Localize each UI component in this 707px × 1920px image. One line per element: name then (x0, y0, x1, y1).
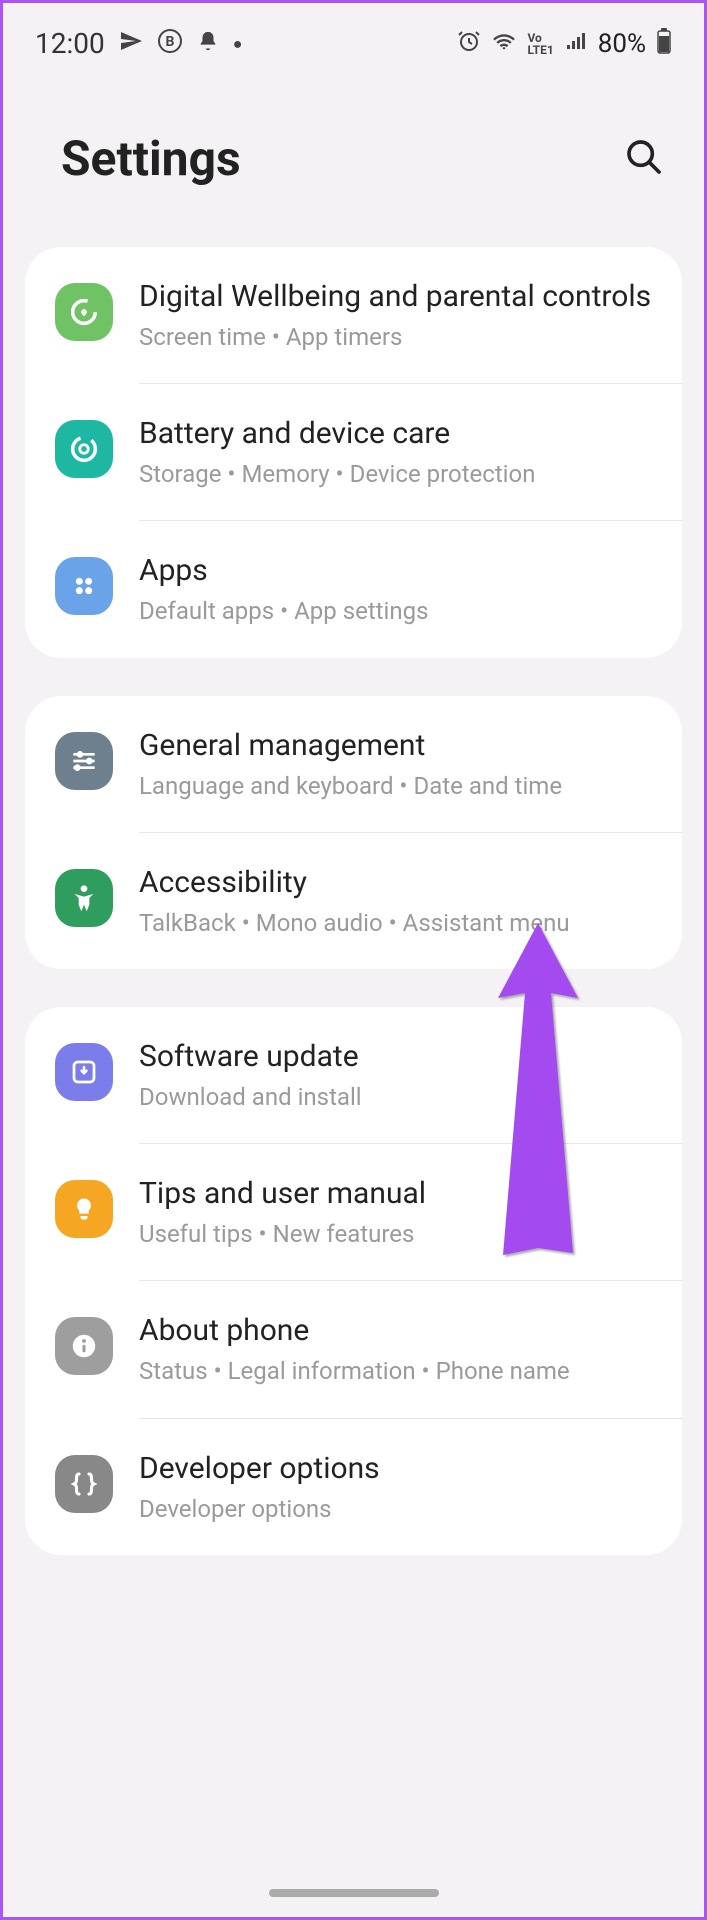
item-title: Battery and device care (139, 414, 656, 453)
volte-icon: VoLTE1 (527, 32, 553, 56)
item-wellbeing[interactable]: Digital Wellbeing and parental controls … (25, 247, 682, 383)
item-subtitle: Useful tips • New features (139, 1219, 656, 1250)
svg-text:B: B (165, 34, 174, 50)
page-title: Settings (61, 130, 241, 187)
item-title: Digital Wellbeing and parental controls (139, 277, 656, 316)
item-battery[interactable]: Battery and device care Storage • Memory… (25, 384, 682, 520)
item-title: General management (139, 726, 656, 765)
item-title: Accessibility (139, 863, 656, 902)
group-device: Digital Wellbeing and parental controls … (25, 247, 682, 658)
braces-icon (55, 1455, 113, 1513)
item-subtitle: Default apps • App settings (139, 596, 656, 627)
item-subtitle: Language and keyboard • Date and time (139, 771, 656, 802)
signal-icon (564, 29, 588, 59)
status-right: VoLTE1 80% (457, 28, 672, 60)
item-about-phone[interactable]: About phone Status • Legal information •… (25, 1281, 682, 1417)
item-software-update[interactable]: Software update Download and install (25, 1007, 682, 1143)
item-tips[interactable]: Tips and user manual Useful tips • New f… (25, 1144, 682, 1280)
item-apps[interactable]: Apps Default apps • App settings (25, 521, 682, 657)
header-bar: Settings (3, 80, 704, 247)
item-accessibility[interactable]: Accessibility TalkBack • Mono audio • As… (25, 833, 682, 969)
lightbulb-icon (55, 1180, 113, 1238)
item-title: Tips and user manual (139, 1174, 656, 1213)
group-system: Software update Download and install Tip… (25, 1007, 682, 1555)
circle-b-icon: B (157, 28, 183, 60)
home-indicator[interactable] (269, 1889, 439, 1897)
clock: 12:00 (35, 27, 105, 60)
alarm-icon (457, 29, 481, 59)
item-subtitle: Storage • Memory • Device protection (139, 459, 656, 490)
item-title: About phone (139, 1311, 656, 1350)
search-icon[interactable] (624, 137, 664, 181)
item-title: Software update (139, 1037, 656, 1076)
group-general: General management Language and keyboard… (25, 696, 682, 969)
item-title: Developer options (139, 1449, 656, 1488)
accessibility-icon (55, 869, 113, 927)
battery-care-icon (55, 420, 113, 478)
item-subtitle: Download and install (139, 1082, 656, 1113)
battery-percent: 80% (598, 29, 646, 59)
sliders-icon (55, 732, 113, 790)
status-bar: 12:00 B ● VoLTE1 80% (3, 3, 704, 80)
item-developer-options[interactable]: Developer options Developer options (25, 1419, 682, 1555)
update-icon (55, 1043, 113, 1101)
item-title: Apps (139, 551, 656, 590)
wifi-icon (491, 28, 517, 60)
apps-icon (55, 557, 113, 615)
wellbeing-icon (55, 283, 113, 341)
status-left: 12:00 B ● (35, 27, 242, 60)
info-icon (55, 1317, 113, 1375)
item-subtitle: Developer options (139, 1494, 656, 1525)
item-subtitle: TalkBack • Mono audio • Assistant menu (139, 908, 656, 939)
bell-icon (197, 30, 219, 58)
send-icon (119, 29, 143, 59)
battery-icon (656, 28, 672, 60)
more-dot-icon: ● (233, 34, 243, 54)
item-subtitle: Screen time • App timers (139, 322, 656, 353)
item-general-management[interactable]: General management Language and keyboard… (25, 696, 682, 832)
item-subtitle: Status • Legal information • Phone name (139, 1356, 656, 1387)
